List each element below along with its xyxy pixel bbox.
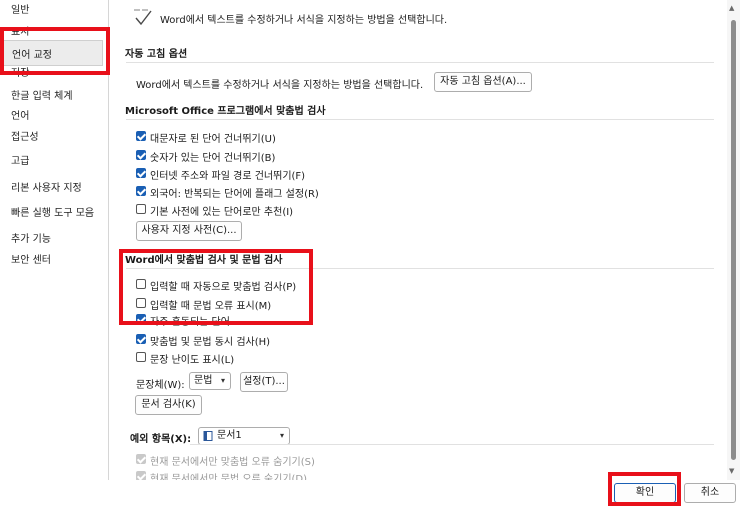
checkbox-label: 인터넷 주소와 파일 경로 건너뛰기(F) — [150, 171, 306, 182]
exceptions-label: 예외 항목(X): — [130, 434, 192, 445]
checkbox-label: 자주 혼동되는 단어 — [150, 317, 230, 328]
ok-button[interactable]: 확인 — [614, 483, 676, 503]
recheck-document-button[interactable]: 문서 검사(K) — [135, 395, 202, 415]
checkbox-flag-repeated[interactable] — [136, 186, 146, 196]
autocorrect-options-button[interactable]: 자동 고침 옵션(A)... — [434, 72, 532, 92]
section-header-autocorrect: 자동 고침 옵션 — [125, 49, 188, 60]
checkbox-label: 입력할 때 자동으로 맞춤법 검사(P) — [150, 282, 297, 293]
custom-dictionaries-button[interactable]: 사용자 지정 사전(C)... — [136, 221, 242, 241]
checkbox-label: 외국어: 반복되는 단어에 플래그 설정(R) — [150, 189, 319, 200]
chevron-down-icon: ▾ — [220, 376, 225, 385]
checkbox-readability-statistics[interactable] — [136, 352, 146, 362]
writing-style-label: 문장체(W): — [136, 380, 185, 391]
scroll-down-icon[interactable]: ▼ — [729, 467, 734, 475]
section-header-office-spelling: Microsoft Office 프로그램에서 맞춤법 검사 — [125, 106, 326, 117]
checkbox-ignore-uppercase[interactable] — [136, 131, 146, 141]
checkbox-suggest-main-dictionary[interactable] — [136, 204, 146, 214]
scroll-up-icon[interactable]: ▲ — [729, 4, 734, 12]
checkbox-ignore-internet[interactable] — [136, 168, 146, 178]
checkbox-ignore-numbers[interactable] — [136, 150, 146, 160]
section-header-word-spelling: Word에서 맞춤법 검사 및 문법 검사 — [125, 255, 283, 266]
section-divider — [126, 268, 714, 269]
sidebar-item-quick-access[interactable]: 빠른 실행 도구 모음 — [11, 207, 94, 221]
sidebar-item-addins[interactable]: 추가 기능 — [11, 233, 51, 247]
sidebar-item-advanced[interactable]: 고급 — [11, 155, 29, 169]
writing-style-select[interactable]: 문법 ▾ — [189, 372, 231, 390]
sidebar-item-accessibility[interactable]: 접근성 — [11, 131, 39, 145]
sidebar-item-label: 언어 교정 — [12, 50, 52, 61]
checkbox-label: 대문자로 된 단어 건너뛰기(U) — [150, 134, 276, 145]
scrollbar-thumb[interactable] — [731, 20, 736, 460]
sidebar-item-save[interactable]: 저장 — [11, 67, 29, 81]
exceptions-document-select[interactable]: 문서1 ▾ — [198, 427, 290, 445]
writing-style-value: 문법 — [194, 375, 213, 386]
sidebar-item-general[interactable]: 일반 — [11, 4, 29, 18]
checkbox-label: 문장 난이도 표시(L) — [150, 355, 235, 366]
chevron-down-icon: ▾ — [279, 431, 284, 440]
checkbox-label: 현재 문서에서만 문법 오류 숨기기(D) — [150, 474, 308, 480]
checkbox-label: 입력할 때 문법 오류 표시(M) — [150, 301, 272, 312]
checkbox-label: 맞춤법 및 문법 동시 검사(H) — [150, 337, 271, 348]
intro-text: Word에서 텍스트를 수정하거나 서식을 지정하는 방법을 선택합니다. — [160, 15, 448, 26]
sidebar-item-trust-center[interactable]: 보안 센터 — [11, 254, 51, 268]
sidebar-item-input-system[interactable]: 한글 입력 체계 — [11, 90, 73, 104]
checkbox-label: 현재 문서에서만 맞춤법 오류 숨기기(S) — [150, 457, 315, 468]
exceptions-document-value: 문서1 — [217, 430, 242, 441]
checkbox-mark-grammar-errors[interactable] — [136, 298, 146, 308]
checkbox-label: 기본 사전에 있는 단어로만 추천(I) — [150, 207, 294, 218]
options-sidebar: 일반 표시 언어 교정 저장 한글 입력 체계 언어 접근성 고급 리본 사용자… — [0, 0, 109, 480]
cancel-button[interactable]: 취소 — [684, 483, 736, 503]
document-icon — [203, 431, 213, 441]
section-divider — [126, 119, 714, 120]
grammar-settings-button[interactable]: 설정(T)... — [240, 372, 288, 392]
checkbox-check-grammar-with-spelling[interactable] — [136, 334, 146, 344]
sidebar-item-language[interactable]: 언어 — [11, 110, 29, 124]
checkbox-confused-words[interactable] — [136, 314, 146, 324]
abc-check-icon — [134, 9, 152, 26]
checkbox-hide-spelling-errors[interactable] — [136, 454, 146, 464]
section-divider — [190, 444, 714, 445]
checkbox-check-spelling-as-type[interactable] — [136, 279, 146, 289]
checkbox-label: 숫자가 있는 단어 건너뛰기(B) — [150, 153, 276, 164]
autocorrect-description: Word에서 텍스트를 수정하거나 서식을 지정하는 방법을 선택합니다. — [136, 80, 424, 91]
section-divider — [126, 62, 714, 63]
sidebar-item-customize-ribbon[interactable]: 리본 사용자 지정 — [11, 182, 82, 196]
sidebar-item-display[interactable]: 표시 — [11, 26, 29, 40]
sidebar-item-proofing[interactable]: 언어 교정 — [2, 40, 103, 66]
